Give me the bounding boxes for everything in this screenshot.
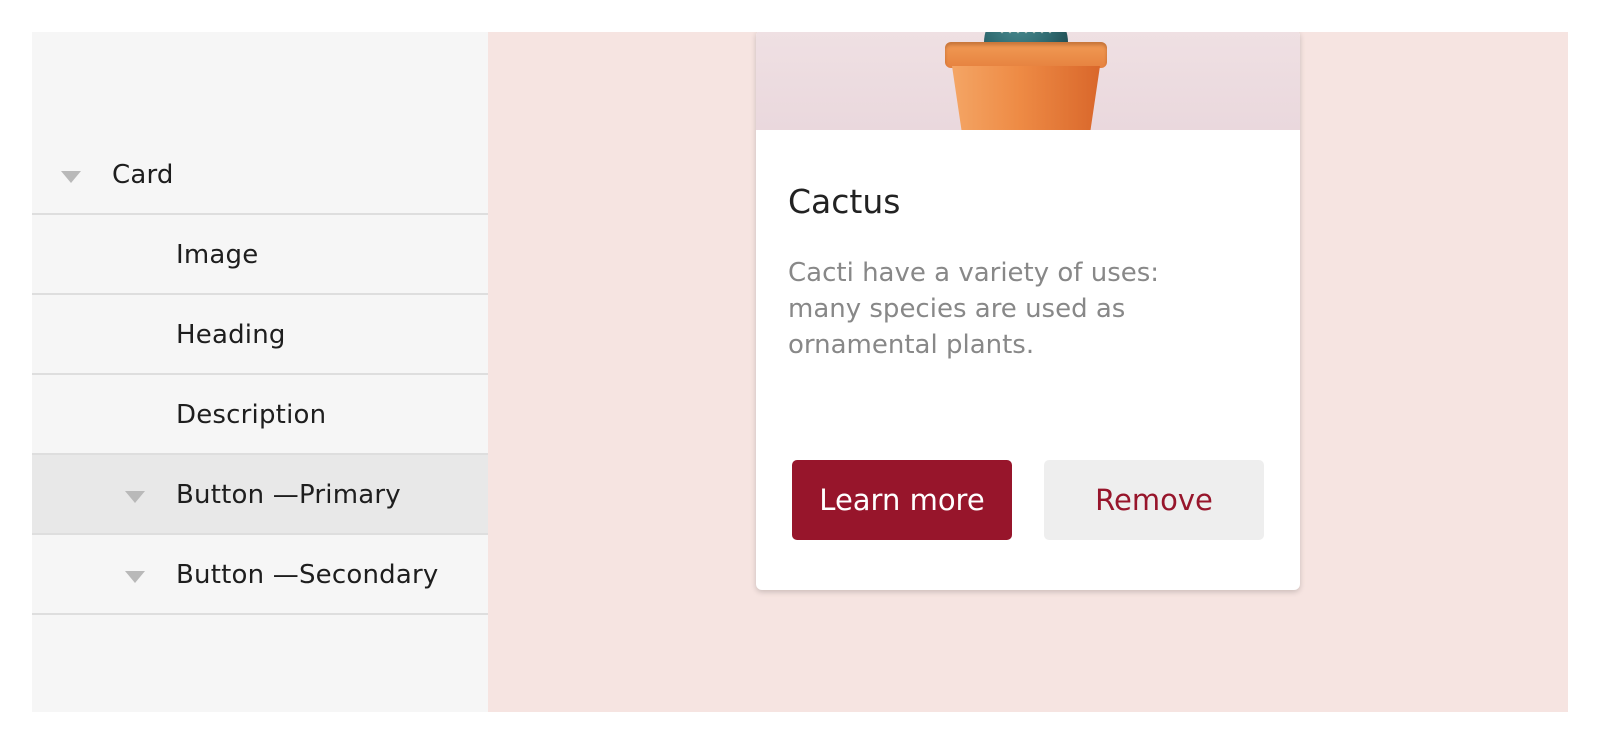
card-heading: Cactus	[788, 182, 901, 221]
remove-button[interactable]: Remove	[1044, 460, 1264, 540]
card-image	[756, 32, 1300, 130]
tree-item-button-secondary[interactable]: Button —Secondary	[32, 535, 488, 615]
preview-canvas: Cactus Cacti have a variety of uses: man…	[488, 32, 1568, 712]
app-frame: Card Image Heading Description Button —P…	[32, 32, 1568, 712]
tree-item-label: Heading	[176, 320, 286, 350]
caret-down-icon[interactable]	[125, 571, 145, 583]
card-actions: Learn more Remove	[792, 460, 1264, 540]
card-description: Cacti have a variety of uses: many speci…	[788, 258, 1160, 360]
card: Cactus Cacti have a variety of uses: man…	[756, 32, 1300, 590]
tree-item-heading[interactable]: Heading	[32, 295, 488, 375]
caret-down-icon[interactable]	[125, 491, 145, 503]
pot-rim	[945, 42, 1107, 68]
tree-item-image[interactable]: Image	[32, 215, 488, 295]
tree-item-description[interactable]: Description	[32, 375, 488, 455]
tree-item-label: Image	[176, 240, 259, 270]
tree-item-button-primary[interactable]: Button —Primary	[32, 455, 488, 535]
tree-item-label: Button —Primary	[176, 480, 401, 510]
learn-more-button[interactable]: Learn more	[792, 460, 1012, 540]
tree-item-label: Description	[176, 400, 327, 430]
layer-tree-panel: Card Image Heading Description Button —P…	[32, 32, 488, 712]
tree-item-card[interactable]: Card	[32, 135, 488, 215]
tree-item-label: Button —Secondary	[176, 560, 439, 590]
caret-down-icon[interactable]	[61, 171, 81, 183]
tree-item-label: Card	[112, 160, 174, 190]
card-body: Cactus Cacti have a variety of uses: man…	[756, 182, 1300, 363]
pot-icon	[952, 66, 1100, 130]
